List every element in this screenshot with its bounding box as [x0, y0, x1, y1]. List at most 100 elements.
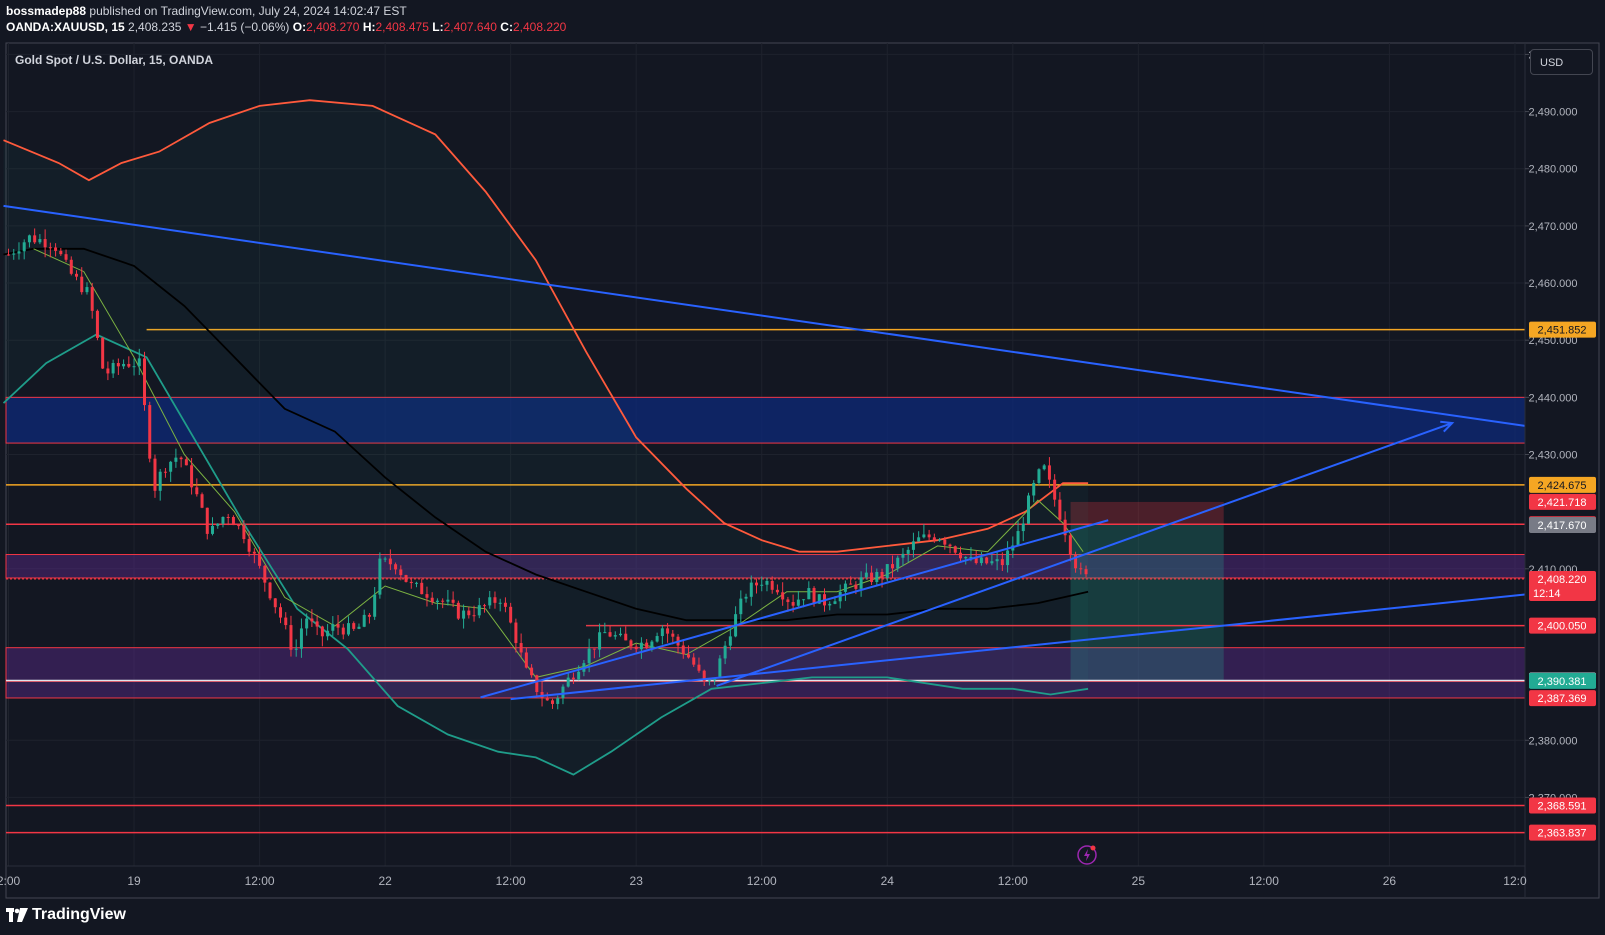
candle-body	[666, 628, 670, 634]
candle-body	[352, 623, 356, 629]
candle-body	[603, 632, 607, 634]
candle-body	[200, 494, 204, 508]
candle-body	[561, 686, 565, 699]
candle-body	[258, 553, 262, 566]
candle-body	[498, 602, 502, 604]
candle-body	[148, 405, 152, 459]
chart-title: Gold Spot / U.S. Dollar, 15, OANDA	[15, 53, 213, 67]
candle-body	[231, 516, 235, 526]
candle-body	[242, 525, 246, 540]
candle-body	[875, 571, 879, 583]
candle-body	[770, 580, 774, 590]
candle-body	[786, 599, 790, 603]
candle-body	[1053, 479, 1057, 500]
candle-body	[43, 239, 47, 248]
candle-body	[927, 534, 931, 538]
publisher-name[interactable]: bossmadep88	[6, 4, 86, 18]
candle-body	[802, 599, 806, 601]
candle-body	[38, 239, 42, 243]
price-label: 2,424.675	[1538, 480, 1587, 492]
candle-body	[922, 534, 926, 538]
candle-body	[111, 363, 115, 374]
candle-body	[221, 516, 225, 524]
symbol-label: OANDA:XAUUSD, 15	[6, 20, 125, 34]
candle-body	[33, 235, 37, 243]
position-tool[interactable]	[1070, 501, 1224, 681]
price-label: 2,421.718	[1538, 497, 1587, 509]
candle-body	[163, 471, 167, 473]
time-tick-label: 12:00	[1249, 874, 1279, 888]
candle-body	[315, 621, 319, 627]
candle-body	[938, 539, 942, 541]
candle-body	[347, 623, 351, 635]
candle-body	[174, 457, 178, 462]
candle-body	[493, 597, 497, 603]
candle-body	[917, 537, 921, 542]
currency-button[interactable]: USD	[1530, 49, 1593, 75]
published-text: published on TradingView.com, July 24, 2…	[89, 4, 407, 18]
candle-body	[1006, 550, 1010, 566]
candle-body	[64, 254, 68, 260]
candle-body	[388, 558, 392, 565]
candle-body	[891, 564, 895, 569]
candle-body	[137, 358, 141, 367]
publish-header: bossmadep88 published on TradingView.com…	[6, 3, 566, 35]
candle-body	[467, 610, 471, 616]
candle-body	[310, 618, 314, 622]
candle-body	[320, 626, 324, 637]
candle-body	[692, 657, 696, 665]
candle-body	[545, 698, 549, 701]
candle-body	[211, 525, 215, 534]
candle-body	[1084, 569, 1088, 575]
change-arrow-icon: ▼	[184, 20, 197, 34]
candle-body	[833, 601, 837, 604]
low-value: 2,407.640	[443, 20, 497, 34]
time-tick-label: 24	[881, 874, 895, 888]
candle-body	[153, 458, 157, 491]
candle-body	[901, 553, 905, 558]
candle-body	[205, 507, 209, 534]
candle-body	[263, 565, 267, 583]
candle-body	[697, 664, 701, 671]
candle-body	[279, 607, 283, 618]
price-chart[interactable]: 2,500.0002,490.0002,480.0002,470.0002,46…	[0, 0, 1605, 935]
candle-body	[828, 603, 832, 606]
candle-body	[268, 582, 272, 599]
price-tick-label: 2,380.000	[1529, 735, 1578, 747]
candle-body	[995, 559, 999, 562]
take-profit-box	[1070, 524, 1224, 681]
candle-body	[472, 615, 476, 617]
candle-body	[1037, 469, 1041, 483]
candle-body	[650, 641, 654, 649]
candle-body	[373, 594, 377, 617]
candle-body	[687, 654, 691, 658]
countdown-label: 12:14	[1533, 588, 1561, 600]
candle-body	[707, 680, 711, 682]
time-tick-label: 12:0	[1503, 874, 1527, 888]
candle-body	[524, 652, 528, 668]
candle-body	[331, 624, 335, 631]
candle-body	[1079, 568, 1083, 570]
candle-body	[519, 643, 523, 653]
candle-body	[880, 571, 884, 579]
tradingview-footer[interactable]: TradingView	[6, 906, 126, 924]
candle-body	[106, 368, 110, 374]
candle-body	[645, 642, 649, 649]
candle-body	[95, 310, 99, 338]
candle-body	[608, 632, 612, 637]
price-label: 2,400.050	[1538, 621, 1587, 633]
candle-body	[179, 457, 183, 460]
candle-body	[122, 363, 126, 367]
candle-body	[22, 242, 26, 252]
candle-body	[357, 626, 361, 629]
high-label: H:	[362, 20, 376, 34]
candle-body	[1047, 465, 1051, 480]
candle-body	[284, 617, 288, 626]
candle-body	[990, 561, 994, 564]
candle-body	[791, 602, 795, 606]
candle-body	[964, 557, 968, 559]
candle-body	[1042, 465, 1046, 470]
candle-body	[655, 636, 659, 642]
candle-body	[132, 366, 136, 368]
candle-body	[54, 247, 58, 251]
